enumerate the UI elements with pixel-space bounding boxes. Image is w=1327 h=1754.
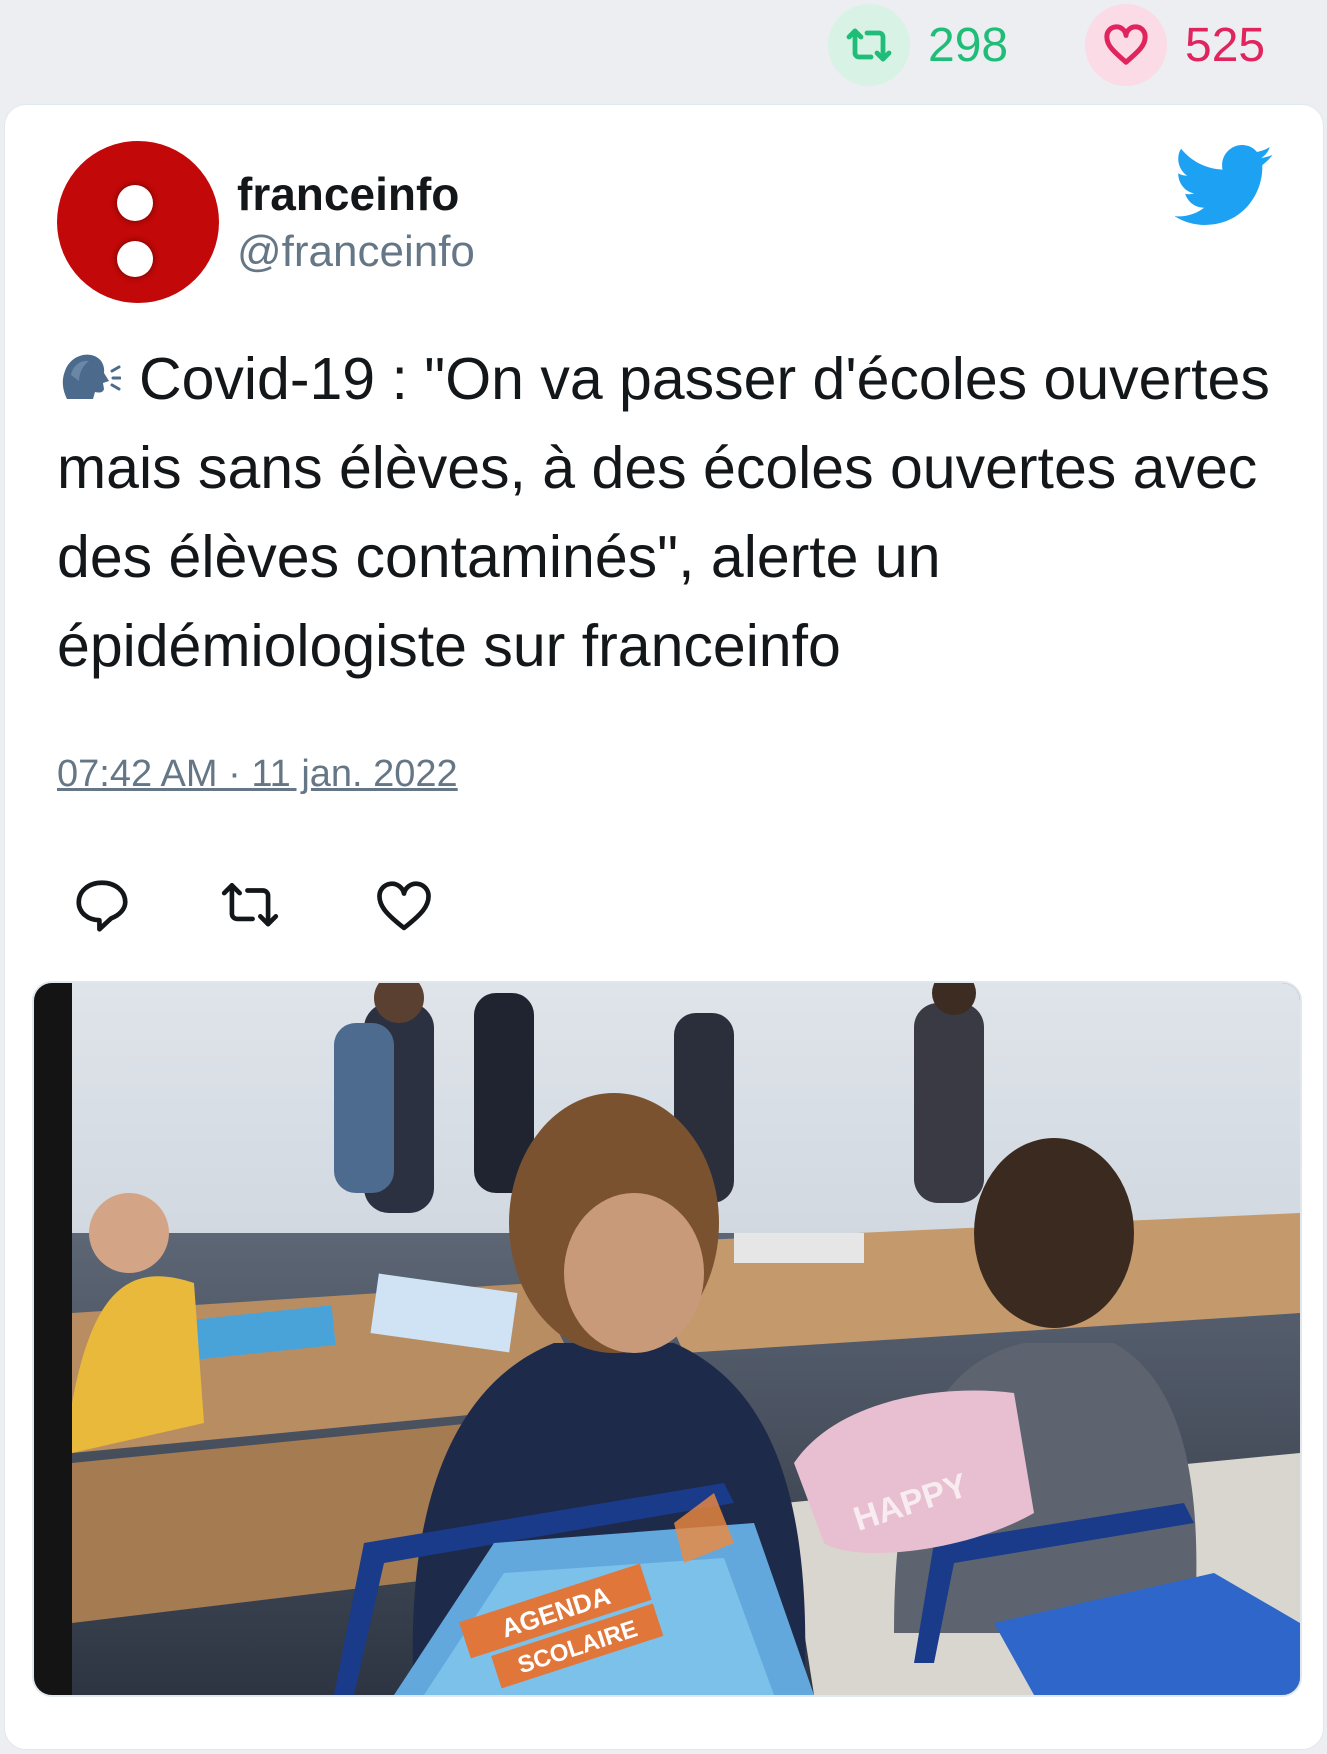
twitter-bird-icon[interactable] bbox=[1175, 145, 1275, 227]
tweet-body: Covid-19 : "On va passer d'écoles ouvert… bbox=[57, 346, 1270, 679]
engagement-stats: 298 525 bbox=[0, 0, 1327, 100]
author-handle[interactable]: @franceinfo bbox=[237, 227, 475, 277]
like-action-icon[interactable] bbox=[373, 875, 435, 937]
retweet-icon bbox=[828, 4, 910, 86]
retweet-count: 298 bbox=[928, 18, 1009, 72]
logo-dot-bottom bbox=[117, 241, 153, 277]
author-name[interactable]: franceinfo bbox=[237, 167, 459, 221]
retweet-stat[interactable]: 298 bbox=[828, 4, 1008, 86]
like-count: 525 bbox=[1185, 18, 1266, 72]
tweet-timestamp[interactable]: 07:42 AM · 11 jan. 2022 bbox=[57, 753, 458, 796]
speaking-head-icon bbox=[62, 354, 121, 399]
retweet-action-icon[interactable] bbox=[219, 875, 281, 937]
heart-icon bbox=[1085, 4, 1167, 86]
classroom-photo[interactable]: AGENDA SCOLAIRE HAPPY bbox=[32, 981, 1302, 1697]
reply-icon[interactable] bbox=[71, 875, 133, 937]
tweet-text: Covid-19 : "On va passer d'écoles ouvert… bbox=[57, 335, 1287, 691]
avatar[interactable] bbox=[57, 141, 219, 303]
tweet-card: franceinfo @franceinfo Covid-19 : "On va… bbox=[4, 104, 1324, 1750]
logo-dot-top bbox=[117, 185, 153, 221]
like-stat[interactable]: 525 bbox=[1085, 4, 1265, 86]
